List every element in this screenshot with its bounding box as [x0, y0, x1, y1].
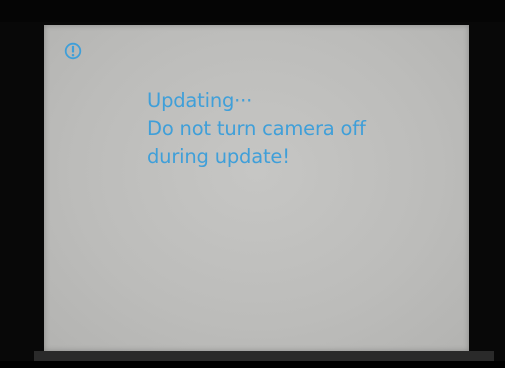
camera-bezel-top [0, 0, 505, 22]
update-status-line: Updating··· [147, 89, 253, 112]
camera-lcd-screen: Updating··· Do not turn camera off durin… [44, 25, 469, 351]
update-message: Updating··· Do not turn camera off durin… [147, 87, 366, 171]
camera-bezel-bottom [0, 361, 505, 368]
warning-line-2: during update! [147, 145, 290, 168]
screen-bottom-ledge [34, 351, 494, 361]
warning-line-1: Do not turn camera off [147, 117, 366, 140]
warning-exclamation-icon [64, 42, 82, 60]
